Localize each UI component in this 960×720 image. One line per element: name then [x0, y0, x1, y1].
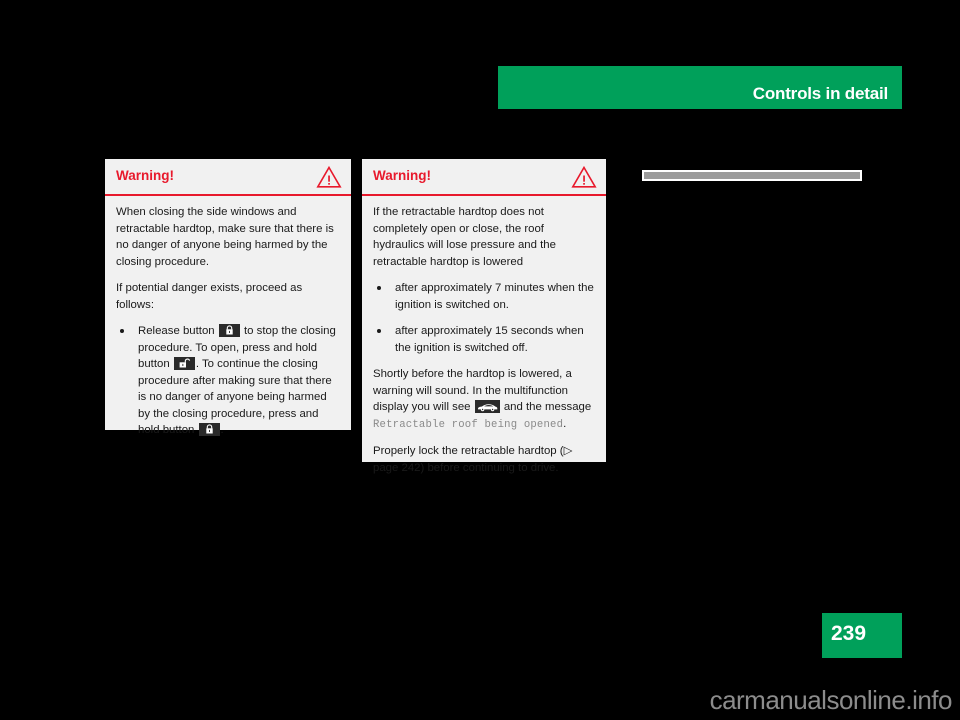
warning-triangle-icon: [571, 165, 597, 188]
page-header-bar: Controls in detail: [498, 66, 902, 109]
warning-box-1-heading: Warning!: [116, 168, 174, 183]
list-item: after approximately 15 seconds when the …: [373, 323, 595, 356]
page-number-badge: 239: [822, 613, 902, 658]
warning-paragraph: Shortly before the hardtop is lowered, a…: [373, 368, 592, 431]
list-item-label: after approximately 15 seconds when the …: [395, 325, 584, 354]
warning-bullet-list: after approximately 7 minutes when the i…: [373, 280, 595, 356]
warning-paragraph: Properly lock the retractable hardtop (▷…: [373, 445, 573, 474]
watermark: carmanualsonline.info: [709, 685, 953, 715]
bullet-dot-icon: [377, 286, 381, 290]
warning-box-2-body: If the retractable hardtop does not comp…: [362, 196, 606, 486]
warning-paragraph: If potential danger exists, proceed as f…: [116, 282, 303, 311]
bullet-dot-icon: [120, 329, 124, 333]
list-item-label: after approximately 7 minutes when the i…: [395, 282, 594, 311]
warning-bullet-list: Release button to stop the closing proce…: [116, 323, 340, 439]
list-item-rich-text: Release button to stop the closing proce…: [138, 324, 336, 436]
page-number-label: 239: [831, 622, 867, 645]
convertible-car-icon: [474, 400, 500, 413]
bullet-dot-icon: [377, 329, 381, 333]
list-item: Release button to stop the closing proce…: [116, 323, 340, 439]
warning-box-1-header: Warning!: [105, 159, 351, 196]
warning-box-1-body: When closing the side windows and retrac…: [105, 196, 351, 449]
warning-box-2: Warning! If the retractable hardtop does…: [361, 158, 607, 474]
warning-paragraph: If the retractable hardtop does not comp…: [373, 206, 556, 268]
warning-box-1: Warning! When closing the side windows a…: [104, 158, 352, 436]
display-message-text: Retractable roof being opened: [373, 418, 564, 431]
lock-closed-icon: [218, 324, 240, 337]
warning-box-2-header: Warning!: [362, 159, 606, 196]
lock-closed-icon: [198, 423, 220, 436]
warning-triangle-icon: [316, 165, 342, 188]
warning-box-2-heading: Warning!: [373, 168, 431, 183]
redacted-text-rule: [642, 170, 862, 181]
page-title: Controls in detail: [752, 84, 888, 103]
lock-open-icon: [173, 357, 195, 370]
warning-paragraph: When closing the side windows and retrac…: [116, 206, 334, 268]
list-item: after approximately 7 minutes when the i…: [373, 280, 595, 313]
